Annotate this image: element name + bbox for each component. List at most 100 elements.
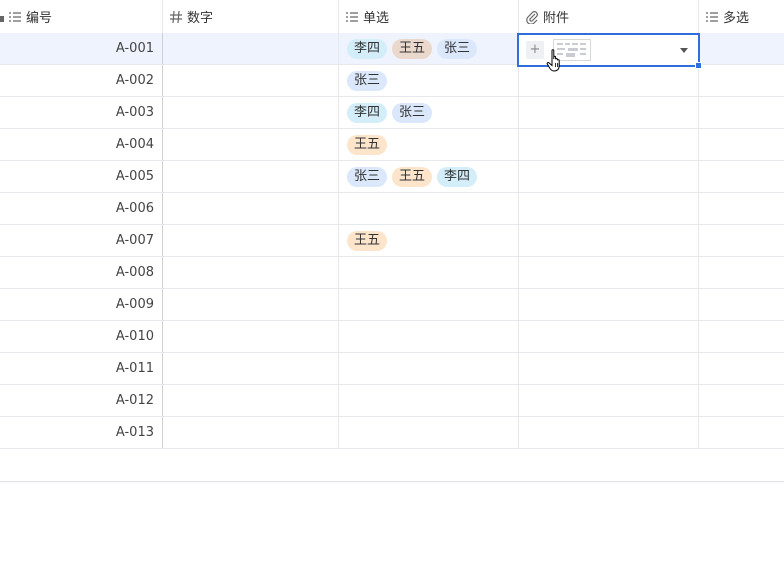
cell-id[interactable]: A-009	[0, 289, 163, 320]
cell-id[interactable]: A-001	[0, 33, 163, 64]
cell-multi-select[interactable]	[699, 65, 784, 96]
cell-attachment[interactable]	[519, 289, 699, 320]
cell-number[interactable]	[163, 65, 339, 96]
fill-handle[interactable]	[695, 62, 702, 69]
list-icon	[8, 10, 22, 24]
cell-attachment[interactable]	[519, 97, 699, 128]
cell-attachment[interactable]	[519, 225, 699, 256]
cell-attachment[interactable]	[519, 417, 699, 448]
table-row[interactable]: A-009	[0, 289, 784, 321]
table-row[interactable]: A-005 张三 王五 李四	[0, 161, 784, 193]
column-header-id[interactable]: 编号	[0, 0, 163, 33]
cell-multi-select[interactable]	[699, 385, 784, 416]
list-icon	[705, 10, 719, 24]
cell-number[interactable]	[163, 129, 339, 160]
cell-multi-select[interactable]	[699, 97, 784, 128]
cell-multi-select[interactable]	[699, 417, 784, 448]
cell-attachment[interactable]	[519, 129, 699, 160]
cell-number[interactable]	[163, 97, 339, 128]
cell-single-select[interactable]	[339, 385, 519, 416]
cell-single-select[interactable]: 李四 王五 张三	[339, 33, 519, 64]
cell-single-select[interactable]	[339, 353, 519, 384]
cell-number[interactable]	[163, 33, 339, 64]
hand-pointer-icon	[546, 49, 560, 72]
column-header-attach[interactable]: 附件	[519, 0, 699, 33]
cell-multi-select[interactable]	[699, 289, 784, 320]
cell-single-select[interactable]: 张三 王五 李四	[339, 161, 519, 192]
add-attachment-button[interactable]: +	[526, 41, 544, 59]
cell-single-select[interactable]: 王五	[339, 129, 519, 160]
attachment-cell-editor[interactable]: +	[517, 33, 702, 69]
cell-number[interactable]	[163, 289, 339, 320]
table-row[interactable]: A-007 王五	[0, 225, 784, 257]
cell-single-select[interactable]: 张三	[339, 65, 519, 96]
cell-number[interactable]	[163, 385, 339, 416]
cell-number[interactable]	[163, 193, 339, 224]
cell-id[interactable]: A-004	[0, 129, 163, 160]
cell-id[interactable]: A-002	[0, 65, 163, 96]
column-header-single[interactable]: 单选	[339, 0, 519, 33]
column-header-num[interactable]: 数字	[163, 0, 339, 33]
table-row[interactable]: A-011	[0, 353, 784, 385]
cell-multi-select[interactable]	[699, 161, 784, 192]
table-row[interactable]: A-002 张三	[0, 65, 784, 97]
option-tag: 王五	[347, 230, 388, 251]
table-row[interactable]: A-013	[0, 417, 784, 449]
cell-attachment[interactable]	[519, 353, 699, 384]
cell-id[interactable]: A-003	[0, 97, 163, 128]
cell-id[interactable]: A-008	[0, 257, 163, 288]
cell-number[interactable]	[163, 353, 339, 384]
column-header-label: 编号	[26, 11, 53, 26]
cell-attachment[interactable]	[519, 161, 699, 192]
cell-id[interactable]: A-006	[0, 193, 163, 224]
cell-single-select[interactable]	[339, 193, 519, 224]
option-tag: 王五	[347, 134, 388, 155]
option-tag: 王五	[392, 166, 433, 187]
cell-number[interactable]	[163, 225, 339, 256]
cell-single-select[interactable]: 李四 张三	[339, 97, 519, 128]
column-header-label: 多选	[723, 11, 750, 26]
table-row[interactable]: A-010	[0, 321, 784, 353]
cell-number[interactable]	[163, 321, 339, 352]
table-row[interactable]: A-006	[0, 193, 784, 225]
cell-attachment[interactable]	[519, 193, 699, 224]
cell-multi-select[interactable]	[699, 321, 784, 352]
table-header: 编号 数字 单选 附件 多选	[0, 0, 784, 34]
cell-number[interactable]	[163, 417, 339, 448]
cell-id[interactable]: A-012	[0, 385, 163, 416]
cell-single-select[interactable]	[339, 417, 519, 448]
cell-multi-select[interactable]	[699, 33, 784, 64]
cell-attachment[interactable]	[519, 257, 699, 288]
cell-multi-select[interactable]	[699, 129, 784, 160]
paperclip-icon	[525, 10, 539, 24]
table-row[interactable]: A-003 李四 张三	[0, 97, 784, 129]
data-grid: 编号 数字 单选 附件 多选 A-001 李四 王五 张三 A-002 张三 A…	[0, 0, 784, 482]
column-header-label: 单选	[363, 11, 390, 26]
cell-id[interactable]: A-010	[0, 321, 163, 352]
cell-multi-select[interactable]	[699, 257, 784, 288]
cell-id[interactable]: A-011	[0, 353, 163, 384]
cell-single-select[interactable]: 王五	[339, 225, 519, 256]
option-tag: 李四	[347, 38, 388, 59]
cell-id[interactable]: A-007	[0, 225, 163, 256]
table-row[interactable]: A-012	[0, 385, 784, 417]
cell-single-select[interactable]	[339, 289, 519, 320]
cell-attachment[interactable]	[519, 385, 699, 416]
column-header-multi[interactable]: 多选	[699, 0, 784, 33]
cell-multi-select[interactable]	[699, 193, 784, 224]
cell-number[interactable]	[163, 161, 339, 192]
option-tag: 张三	[392, 102, 433, 123]
cell-multi-select[interactable]	[699, 225, 784, 256]
table-row[interactable]: A-004 王五	[0, 129, 784, 161]
column-header-label: 数字	[187, 11, 214, 26]
cell-multi-select[interactable]	[699, 353, 784, 384]
table-bottom-border	[0, 481, 784, 482]
cell-single-select[interactable]	[339, 321, 519, 352]
chevron-down-icon[interactable]	[680, 48, 688, 53]
cell-id[interactable]: A-005	[0, 161, 163, 192]
cell-number[interactable]	[163, 257, 339, 288]
table-row[interactable]: A-008	[0, 257, 784, 289]
cell-attachment[interactable]	[519, 321, 699, 352]
cell-single-select[interactable]	[339, 257, 519, 288]
cell-id[interactable]: A-013	[0, 417, 163, 448]
